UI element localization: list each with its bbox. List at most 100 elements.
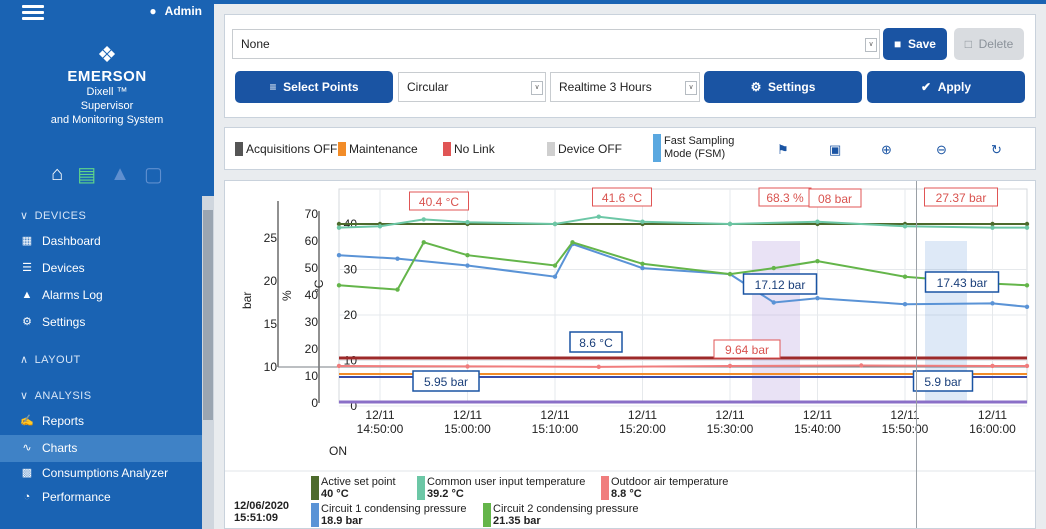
series-legend-item[interactable]: Outdoor air temperature 8.8 °C xyxy=(601,476,728,500)
sidebar-item-dashboard[interactable]: ▦ Dashboard xyxy=(0,228,202,255)
series-point xyxy=(727,271,733,277)
series-value: 21.35 bar xyxy=(493,515,541,527)
series-value: 40 °C xyxy=(321,488,349,500)
legend-swatch xyxy=(483,503,491,527)
warning-icon[interactable]: ▲ xyxy=(110,163,130,186)
legend-swatch xyxy=(311,503,319,527)
sidebar-item-alarms-log[interactable]: ▲ Alarms Log xyxy=(0,282,202,309)
legend-swatch xyxy=(653,134,661,162)
series-point xyxy=(465,364,470,369)
series-legend-item[interactable]: Circuit 2 condensing pressure 21.35 bar xyxy=(483,503,639,527)
series-name: Circuit 1 condensing pressure xyxy=(321,503,467,515)
legend-swatch xyxy=(601,476,609,500)
series-point xyxy=(336,225,342,230)
logo: ❖ EMERSON Dixell ™ Supervisor and Monito… xyxy=(0,44,214,127)
sidebar-scrollbar[interactable] xyxy=(202,196,214,529)
user-menu[interactable]: ● Admin xyxy=(149,4,202,18)
x-tick-label: 12/11 xyxy=(978,408,1007,422)
brand-name: EMERSON xyxy=(67,68,147,85)
gear-icon: ⚙ xyxy=(750,80,762,94)
legend-label: No Link xyxy=(454,142,495,156)
delete-label: Delete xyxy=(978,37,1014,51)
series-legend-item[interactable]: Common user input temperature 39.2 °C xyxy=(417,476,585,500)
percent-tick-label: 20 xyxy=(305,342,319,356)
user-icon: ● xyxy=(149,4,157,18)
apply-button[interactable]: ✔ Apply xyxy=(867,71,1025,103)
callout-red-label: 9.64 bar xyxy=(725,343,769,357)
product-name: Dixell ™ xyxy=(86,86,128,98)
legend-swatch xyxy=(338,142,346,156)
settings-button[interactable]: ⚙ Settings xyxy=(704,71,862,103)
legend-swatch xyxy=(547,142,555,156)
callout-red-label: 08 bar xyxy=(818,192,852,206)
sidebar-item-label: Performance xyxy=(42,490,111,504)
home-icon[interactable]: ⌂ xyxy=(51,163,63,186)
x-tick-label: 12/11 xyxy=(453,408,482,422)
legend-acquisitions-off: Acquisitions OFF xyxy=(235,142,337,156)
sidebar-item-settings[interactable]: ⚙ Settings xyxy=(0,309,202,336)
series-point xyxy=(552,221,558,227)
legend-fsm: Fast Sampling Mode (FSM) xyxy=(653,134,734,162)
legend-label: Acquisitions OFF xyxy=(246,142,338,156)
hamburger-menu-icon[interactable] xyxy=(22,5,44,21)
sidebar-item-performance[interactable]: ◔ Performance xyxy=(0,484,202,511)
callout-red-label: 68.3 % xyxy=(766,191,804,205)
x-tick-label: 12/11 xyxy=(803,408,832,422)
sidebar-item-label: Settings xyxy=(42,315,86,329)
gauge-icon: ◔ xyxy=(23,491,31,503)
preset-select[interactable]: None ∨ xyxy=(232,29,880,59)
series-point xyxy=(815,219,820,224)
section-devices[interactable]: ∨ DEVICES xyxy=(0,204,202,228)
save-label: Save xyxy=(907,37,936,51)
section-label: ANALYSIS xyxy=(34,390,92,402)
legend-panel: Acquisitions OFF Maintenance No Link Dev… xyxy=(224,127,1036,170)
series-point xyxy=(465,219,470,225)
x-tick-label: 16:00:00 xyxy=(969,422,1016,436)
x-tick-label: 14:50:00 xyxy=(357,422,404,436)
legend-swatch xyxy=(443,142,451,156)
x-tick-label: 15:40:00 xyxy=(794,422,841,436)
sidebar: ● Admin ❖ EMERSON Dixell ™ Supervisor and… xyxy=(0,0,214,529)
x-tick-label: 15:10:00 xyxy=(532,422,579,436)
section-layout[interactable]: ∧ LAYOUT xyxy=(0,348,202,372)
zoom-in-icon[interactable]: ⊕ xyxy=(881,142,892,158)
series-point xyxy=(421,217,426,222)
sidebar-item-label: Devices xyxy=(42,261,85,275)
series-point xyxy=(336,283,342,288)
delete-button[interactable]: □ Delete xyxy=(954,28,1024,60)
scrollbar-thumb[interactable] xyxy=(203,210,213,420)
dropdown-arrow-icon: ∨ xyxy=(865,38,877,52)
chart-monitor-icon[interactable]: ▤ xyxy=(77,162,96,187)
section-analysis[interactable]: ∨ ANALYSIS xyxy=(0,384,202,408)
callout-red-label: 40.4 °C xyxy=(419,195,459,209)
series-legend-item[interactable]: Active set point 40 °C xyxy=(311,476,396,500)
series-name: Common user input temperature xyxy=(427,476,586,488)
image-icon[interactable]: ▣ xyxy=(829,142,841,158)
lock-icon[interactable]: ▢ xyxy=(144,162,163,187)
sidebar-item-reports[interactable]: ✍ Reports xyxy=(0,408,202,435)
x-tick-label: 12/11 xyxy=(540,408,569,422)
save-button[interactable]: ■ Save xyxy=(883,28,947,60)
zoom-out-icon[interactable]: ⊖ xyxy=(936,142,947,158)
series-point xyxy=(596,214,601,219)
warning-icon: ▲ xyxy=(21,289,33,301)
sidebar-item-consumptions-analyzer[interactable]: ▩ Consumptions Analyzer xyxy=(0,462,202,484)
refresh-icon[interactable]: ↻ xyxy=(991,142,1002,158)
cursor-date: 12/06/2020 xyxy=(234,500,290,512)
series-legend-item[interactable]: Circuit 1 condensing pressure 18.9 bar xyxy=(311,503,467,527)
callout-red-label: 27.37 bar xyxy=(936,191,987,205)
series-value: 18.9 bar xyxy=(321,515,363,527)
time-range-select[interactable]: Realtime 3 Hours ∨ xyxy=(550,72,700,102)
series-point xyxy=(1024,363,1030,369)
sidebar-item-charts[interactable]: ∿ Charts xyxy=(0,435,202,462)
series-point xyxy=(859,363,864,368)
select-points-button[interactable]: ≡ Select Points xyxy=(235,71,393,103)
settings-label: Settings xyxy=(768,80,816,94)
sidebar-item-devices[interactable]: ☰ Devices xyxy=(0,255,202,282)
legend-swatch xyxy=(311,476,319,500)
apply-label: Apply xyxy=(937,80,972,94)
export-icon[interactable]: ⚑ xyxy=(777,142,789,158)
section-label: DEVICES xyxy=(34,210,87,222)
chart-type-select[interactable]: Circular ∨ xyxy=(398,72,546,102)
series-point xyxy=(640,265,645,271)
